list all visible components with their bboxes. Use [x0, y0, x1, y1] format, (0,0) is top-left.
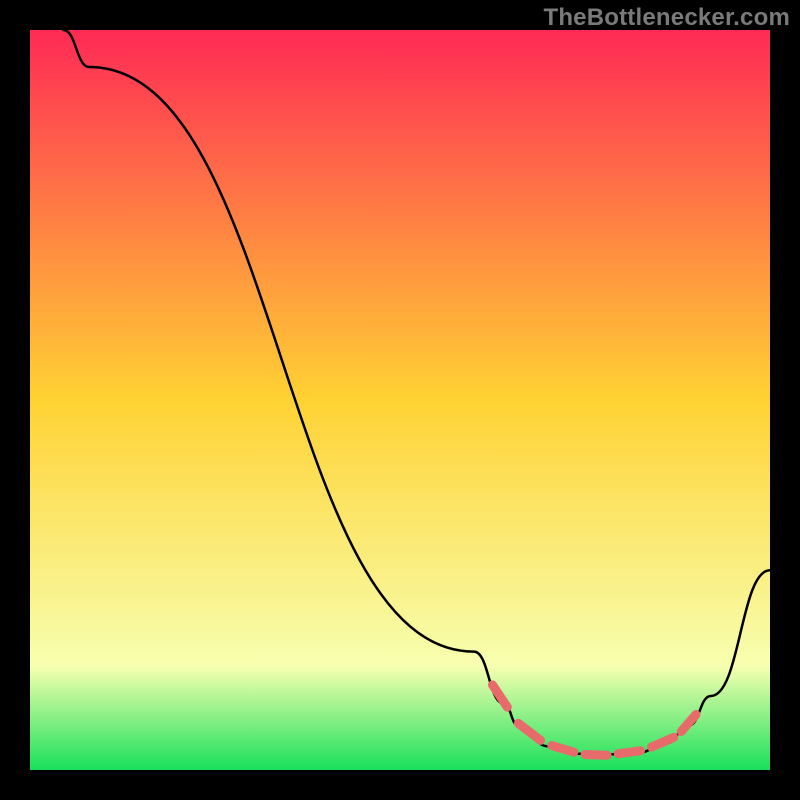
- plot-svg: [30, 30, 770, 770]
- watermark-label: TheBottlenecker.com: [543, 4, 790, 32]
- gradient-bg: [30, 30, 770, 770]
- bottleneck-plot: [30, 30, 770, 770]
- curve-marker-dash: [552, 746, 574, 753]
- curve-marker-dash: [585, 754, 607, 755]
- curve-marker-dash: [618, 751, 640, 754]
- chart-frame: TheBottlenecker.com: [0, 0, 800, 800]
